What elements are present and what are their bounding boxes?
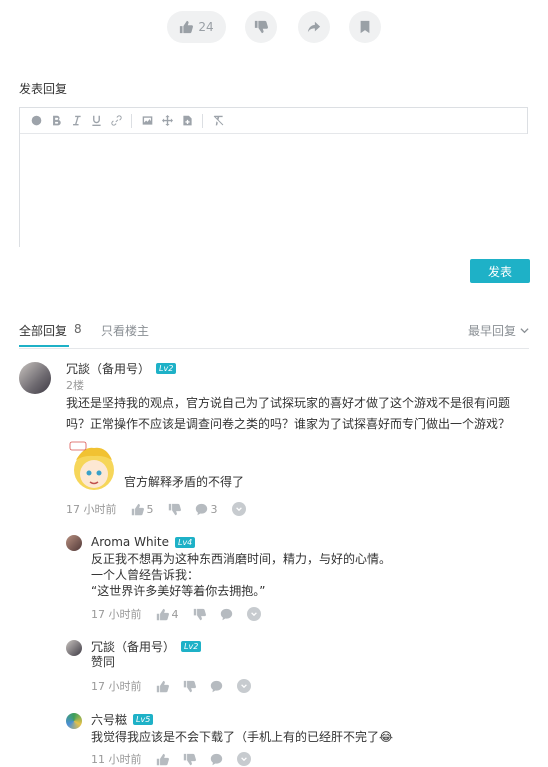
thumbs-up-icon <box>131 503 144 515</box>
reply-line: 一个人曾经告诉我： <box>91 568 200 582</box>
avatar[interactable] <box>66 713 82 729</box>
clear-format-icon[interactable] <box>208 111 228 131</box>
link-icon[interactable] <box>106 111 126 131</box>
level-badge: Lv2 <box>156 363 177 374</box>
username[interactable]: 冗談（备用号） <box>91 638 175 655</box>
level-badge: Lv5 <box>133 714 154 725</box>
chevron-down-icon <box>240 757 247 762</box>
reply-time: 17 小时前 <box>91 680 142 693</box>
share-button[interactable] <box>298 11 330 43</box>
comment-body: 我还是坚持我的观点，官方说自己为了试探玩家的喜好才做了这个游戏不是很有问题 吗？… <box>66 393 510 435</box>
reply-line: 反正我不想再为这种东西消磨时间，精力，与好的心情。 <box>91 552 392 566</box>
reply-like-button[interactable]: 4 <box>156 608 179 621</box>
reply-time: 17 小时前 <box>91 608 142 621</box>
chat-bubble-icon <box>210 680 222 692</box>
avatar[interactable] <box>19 362 51 394</box>
sort-dropdown[interactable]: 最早回复 <box>468 322 529 339</box>
thumbs-up-icon <box>156 608 169 620</box>
like-count: 24 <box>198 20 214 34</box>
toolbar-divider <box>202 113 203 128</box>
thumbs-down-icon <box>168 503 181 515</box>
file-add-icon[interactable] <box>177 111 197 131</box>
more-options-button[interactable] <box>236 679 251 693</box>
reply-author: Aroma White Lv4 <box>91 535 196 549</box>
chat-bubble-icon <box>195 503 207 515</box>
reply-body: 赞同 <box>91 654 115 670</box>
thumbs-down-icon <box>183 680 196 692</box>
reply-count: 8 <box>74 322 82 336</box>
reply-section-title: 发表回复 <box>19 82 68 96</box>
image-icon[interactable] <box>137 111 157 131</box>
comment-like-button[interactable]: 5 <box>131 503 154 516</box>
reply-dislike-button[interactable] <box>193 608 206 621</box>
tab-op-only[interactable]: 只看楼主 <box>101 322 149 339</box>
dislike-button[interactable] <box>245 11 277 43</box>
thumbs-up-icon <box>156 680 169 692</box>
reply-dislike-button[interactable] <box>183 680 196 693</box>
comment-meta: 17 小时前 5 3 <box>66 501 246 517</box>
username[interactable]: 六号糍 <box>91 711 127 728</box>
tab-all-replies[interactable]: 全部回复 <box>19 322 67 339</box>
reply-time: 11 小时前 <box>91 753 142 766</box>
comment-author: 冗談（备用号） Lv2 <box>66 360 177 377</box>
toolbar-divider <box>131 113 132 128</box>
chevron-down-icon <box>250 612 257 617</box>
reply-editor[interactable] <box>19 107 531 250</box>
chevron-down-icon <box>240 684 247 689</box>
bold-icon[interactable] <box>46 111 66 131</box>
comment-line: 吗？正常操作不应该是调查问卷之类的吗？谁家为了试探喜好而专门做出一个游戏？ <box>66 417 511 431</box>
chat-bubble-icon <box>220 608 232 620</box>
reply-comment-button[interactable] <box>210 680 223 693</box>
username[interactable]: 冗談（备用号） <box>66 360 150 377</box>
submit-reply-button[interactable]: 发表 <box>470 259 530 283</box>
avatar[interactable] <box>66 640 82 656</box>
editor-toolbar <box>20 108 527 134</box>
reply-count: 3 <box>210 502 218 516</box>
reply-meta: 17 小时前 4 <box>91 606 261 622</box>
comment-dislike-button[interactable] <box>168 503 181 516</box>
reply-author: 冗談（备用号） Lv2 <box>91 638 202 655</box>
reply-line: 赞同 <box>91 655 116 669</box>
bookmark-icon <box>358 20 372 34</box>
reply-line: “这世界许多美好等着你去拥抱。” <box>91 584 266 598</box>
reply-like-button[interactable] <box>156 680 169 693</box>
thumbs-down-icon <box>193 608 206 620</box>
emoji-icon[interactable] <box>26 111 46 131</box>
share-icon <box>307 20 321 34</box>
reply-meta: 11 小时前 <box>91 751 251 767</box>
reply-body: 我觉得我应该是不会下载了（手机上有的已经肝不完了😂 <box>91 729 393 745</box>
chevron-down-icon <box>520 328 529 334</box>
reply-meta: 17 小时前 <box>91 678 251 694</box>
more-options-button[interactable] <box>231 502 246 516</box>
thumbs-up-icon <box>179 20 194 34</box>
reply-line: 我觉得我应该是不会下载了（手机上有的已经肝不完了😂 <box>91 730 394 744</box>
sticker-image <box>66 438 122 494</box>
comment-line: 我还是坚持我的观点，官方说自己为了试探玩家的喜好才做了这个游戏不是很有问题 <box>66 396 511 410</box>
level-badge: Lv4 <box>174 536 196 548</box>
sticker-caption: 官方解释矛盾的不得了 <box>124 475 245 489</box>
avatar[interactable] <box>66 535 82 551</box>
bookmark-button[interactable] <box>349 11 381 43</box>
sort-label: 最早回复 <box>467 324 516 338</box>
like-count: 4 <box>171 607 179 621</box>
comment-reply-button[interactable]: 3 <box>195 503 218 516</box>
reply-comment-button[interactable] <box>220 608 233 621</box>
active-tab-indicator <box>19 345 69 347</box>
comment-time: 17 小时前 <box>66 503 117 516</box>
reply-author: 六号糍 Lv5 <box>91 711 154 728</box>
chevron-down-icon <box>235 507 242 512</box>
move-icon[interactable] <box>157 111 177 131</box>
thumbs-down-icon <box>254 20 268 34</box>
underline-icon[interactable] <box>86 111 106 131</box>
italic-icon[interactable] <box>66 111 86 131</box>
more-options-button[interactable] <box>246 607 261 621</box>
reply-tabs: 全部回复 8 只看楼主 最早回复 <box>19 322 529 349</box>
reply-textarea[interactable] <box>20 134 531 250</box>
reply-body: 反正我不想再为这种东西消磨时间，精力，与好的心情。 一个人曾经告诉我： “这世界… <box>91 551 391 599</box>
like-count: 5 <box>146 502 154 516</box>
level-badge: Lv2 <box>181 641 202 652</box>
like-button[interactable]: 24 <box>167 11 226 43</box>
floor-number: 2楼 <box>66 379 84 392</box>
username[interactable]: Aroma White <box>91 535 169 549</box>
